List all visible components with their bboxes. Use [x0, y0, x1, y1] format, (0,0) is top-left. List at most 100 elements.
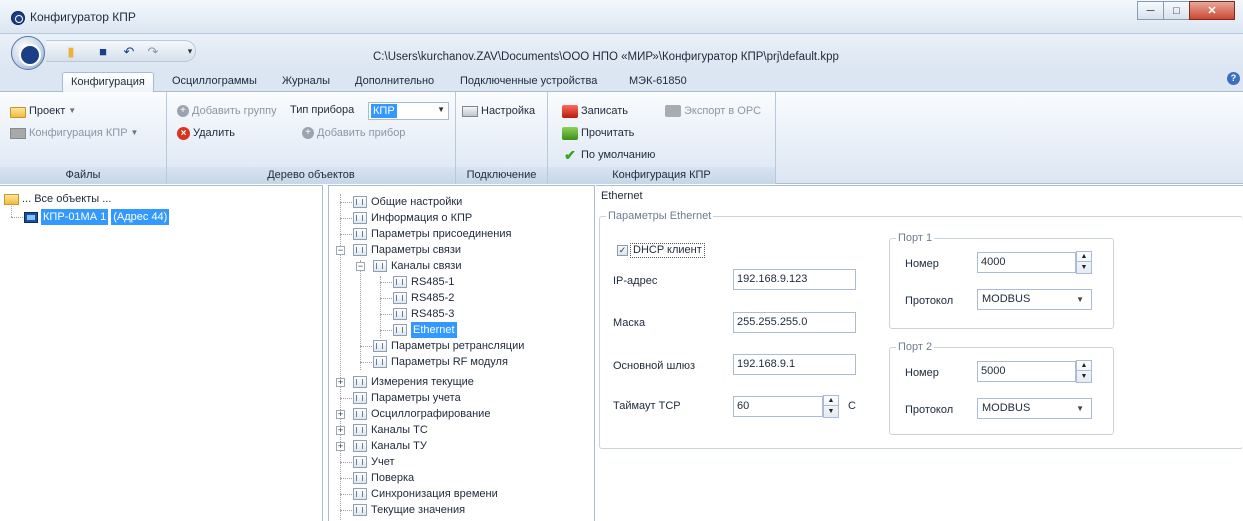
tree-node-rf-params[interactable]: Параметры RF модуля	[373, 354, 508, 370]
tree-node-oscillography[interactable]: Осциллографирование	[353, 406, 490, 422]
tree-node-current-values[interactable]: Текущие значения	[353, 502, 465, 518]
gateway-field[interactable]: 192.168.9.1	[733, 354, 856, 375]
spin-down-icon[interactable]: ▼	[824, 407, 838, 417]
kpr-config-button[interactable]: Конфигурация КПР ▼	[10, 124, 138, 142]
tcp-timeout-spinner[interactable]: ▲ ▼	[823, 395, 839, 418]
tree-connector	[340, 218, 352, 219]
ip-address-field[interactable]: 192.168.9.123	[733, 269, 856, 290]
spin-down-icon[interactable]: ▼	[1077, 263, 1091, 273]
spin-up-icon[interactable]: ▲	[824, 396, 838, 406]
undo-icon[interactable]: ↶	[122, 45, 136, 58]
spin-up-icon[interactable]: ▲	[1077, 252, 1091, 262]
tree-node-comm-params[interactable]: Параметры связи	[353, 242, 461, 258]
tree-node-rs485-1[interactable]: RS485-1	[393, 274, 454, 290]
export-icon	[665, 105, 681, 117]
minimize-button[interactable]: ─	[1137, 1, 1164, 20]
device-node[interactable]: КПР-01МА 1 (Адрес 44)	[24, 209, 170, 225]
expand-icon[interactable]: +	[336, 378, 345, 387]
spin-down-icon[interactable]: ▼	[1077, 372, 1091, 382]
checkmark-icon: ✔	[564, 147, 576, 163]
tree-connector	[380, 276, 381, 338]
port1-protocol-select[interactable]: MODBUS ▼	[977, 289, 1092, 310]
port2-protocol-select[interactable]: MODBUS ▼	[977, 398, 1092, 419]
tcp-timeout-field[interactable]: 60	[733, 396, 823, 417]
tree-node-kpr-info[interactable]: Информация о КПР	[353, 210, 472, 226]
application-menu-button[interactable]	[11, 36, 45, 70]
expand-icon[interactable]: +	[336, 426, 345, 435]
maximize-button[interactable]: □	[1163, 1, 1190, 20]
defaults-button[interactable]: ✔ По умолчанию	[562, 146, 655, 164]
tree-node-ethernet[interactable]: Ethernet	[393, 322, 457, 338]
tree-node-ts-channels[interactable]: Каналы ТС	[353, 422, 428, 438]
tab-oscillograms[interactable]: Осциллограммы	[164, 72, 265, 93]
export-opc-button[interactable]: Экспорт в OPC	[665, 102, 761, 120]
settings-node-icon	[353, 408, 367, 420]
tree-node-metering-params[interactable]: Параметры учета	[353, 390, 461, 406]
tab-iec-61850[interactable]: МЭК-61850	[621, 72, 695, 93]
tab-journals[interactable]: Журналы	[274, 72, 338, 93]
tree-node-metering[interactable]: Учет	[353, 454, 395, 470]
device-type-select[interactable]: КПР ▼	[368, 102, 449, 120]
tree-connector	[340, 494, 352, 495]
port2-number-field[interactable]: 5000	[977, 361, 1076, 382]
file-path: C:\Users\kurchanov.ZAV\Documents\ООО НПО…	[373, 51, 839, 63]
help-icon[interactable]: ?	[1227, 72, 1240, 85]
open-folder-icon[interactable]: ▮	[64, 45, 78, 58]
tab-configuration[interactable]: Конфигурация	[62, 72, 154, 93]
config-icon	[10, 127, 26, 139]
tree-node-label: Измерения текущие	[371, 376, 474, 388]
connection-settings-button[interactable]: Настройка	[462, 102, 535, 120]
tree-node-relay-params[interactable]: Параметры ретрансляции	[373, 338, 524, 354]
group-label-kpr-config: Конфигурация КПР	[548, 167, 775, 184]
tcp-timeout-label: Таймаут TCP	[613, 400, 681, 412]
group-object-tree: + Добавить группу Тип прибора КПР ▼ × Уд…	[167, 92, 456, 184]
expand-icon[interactable]: +	[336, 410, 345, 419]
tree-node-connection-params[interactable]: Параметры присоединения	[353, 226, 511, 242]
port1-number-field[interactable]: 4000	[977, 252, 1076, 273]
save-icon[interactable]: ■	[96, 45, 110, 58]
tree-node-verification[interactable]: Поверка	[353, 470, 414, 486]
settings-node-icon	[393, 276, 407, 288]
port1-number-spinner[interactable]: ▲ ▼	[1076, 251, 1092, 274]
redo-icon[interactable]: ↷	[146, 45, 160, 58]
collapse-icon[interactable]: −	[356, 262, 365, 271]
defaults-label: По умолчанию	[581, 149, 656, 161]
title-bar: Конфигуратор КПР ─ □ ✕	[0, 0, 1243, 34]
tree-node-rs485-3[interactable]: RS485-3	[393, 306, 454, 322]
dropdown-arrow-icon: ▼	[1076, 404, 1084, 413]
spin-up-icon[interactable]: ▲	[1077, 361, 1091, 371]
tree-node-current-measurements[interactable]: Измерения текущие	[353, 374, 474, 390]
tab-additional[interactable]: Дополнительно	[347, 72, 442, 93]
tree-root[interactable]: ... Все объекты ...	[4, 191, 111, 207]
customize-toolbar-icon[interactable]: ▾	[183, 45, 197, 58]
expand-icon[interactable]: +	[336, 442, 345, 451]
tree-node-time-sync[interactable]: Синхронизация времени	[353, 486, 498, 502]
port2-number-spinner[interactable]: ▲ ▼	[1076, 360, 1092, 383]
tree-node-label: Текущие значения	[371, 504, 466, 516]
add-device-label: Добавить прибор	[317, 127, 406, 139]
collapse-icon[interactable]: −	[336, 246, 345, 255]
gateway-label: Основной шлюз	[613, 360, 696, 372]
tree-node-rs485-2[interactable]: RS485-2	[393, 290, 454, 306]
delete-button[interactable]: × Удалить	[177, 124, 235, 142]
close-button[interactable]: ✕	[1189, 1, 1235, 20]
mask-label: Маска	[613, 317, 646, 329]
tab-connected-devices[interactable]: Подключенные устройства	[452, 72, 605, 93]
dhcp-label[interactable]: DHCP клиент	[630, 243, 705, 258]
tree-node-label: RS485-1	[411, 276, 455, 288]
settings-node-icon	[353, 472, 367, 484]
read-button[interactable]: Прочитать	[562, 124, 634, 142]
dhcp-checkbox[interactable]: ✓	[617, 245, 628, 256]
tree-node-tu-channels[interactable]: Каналы ТУ	[353, 438, 427, 454]
add-group-button[interactable]: + Добавить группу	[177, 102, 277, 120]
export-opc-label: Экспорт в OPC	[684, 105, 762, 117]
write-button[interactable]: Записать	[562, 102, 628, 120]
add-device-button[interactable]: + Добавить прибор	[302, 124, 405, 142]
tree-node-general[interactable]: Общие настройки	[353, 194, 462, 210]
mask-field[interactable]: 255.255.255.0	[733, 312, 856, 333]
tree-node-comm-channels[interactable]: Каналы связи	[373, 258, 461, 274]
settings-node-icon	[353, 456, 367, 468]
project-button[interactable]: Проект ▼	[10, 102, 76, 120]
dropdown-arrow-icon: ▼	[130, 128, 139, 137]
port2-title: Порт 2	[896, 341, 935, 353]
